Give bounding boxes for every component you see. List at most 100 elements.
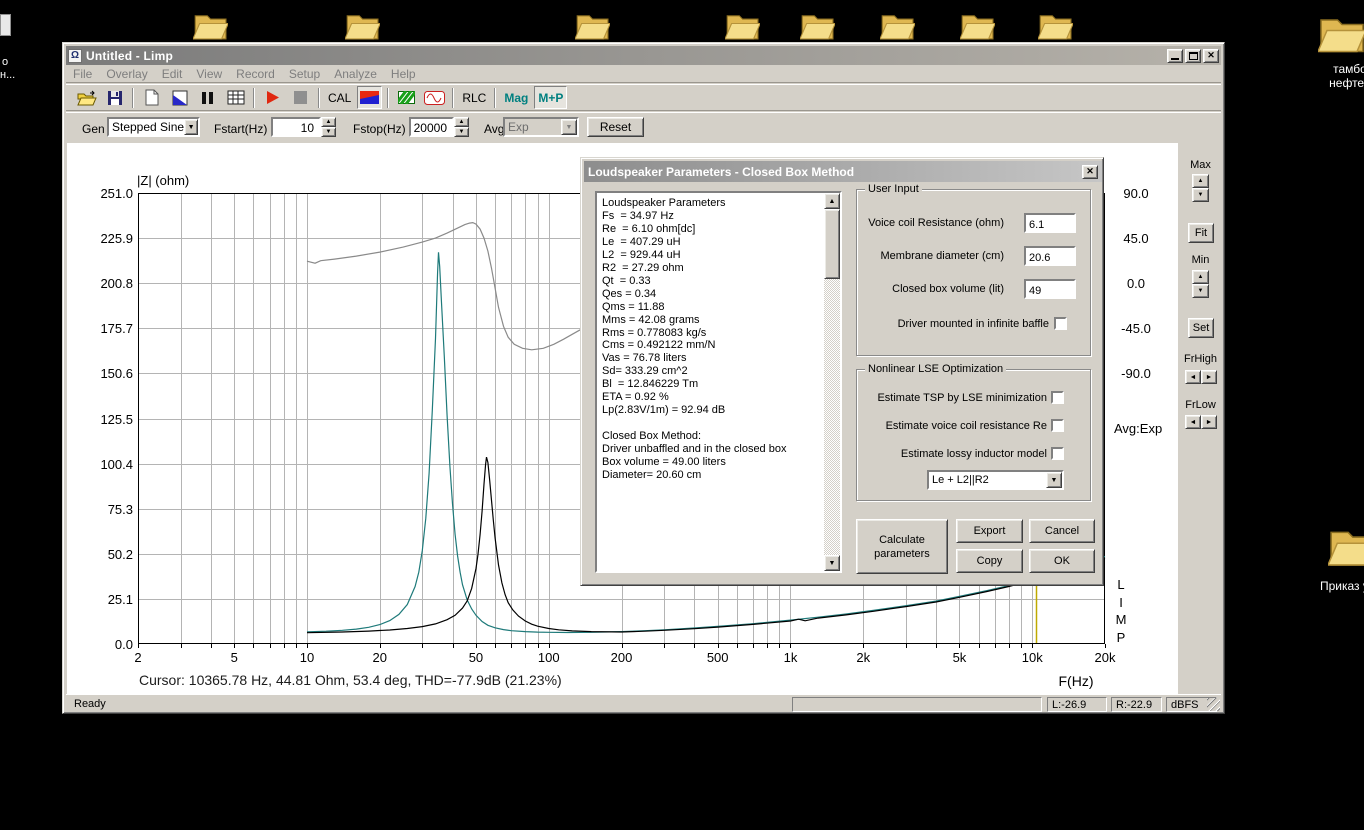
- min-up-button[interactable]: ▲: [1192, 270, 1209, 284]
- spectrum-button[interactable]: [394, 86, 419, 109]
- phase-tick-label: -90.0: [1110, 366, 1162, 381]
- stop-button[interactable]: [288, 86, 313, 109]
- max-up-button[interactable]: ▲: [1192, 174, 1209, 188]
- chevron-down-icon[interactable]: ▼: [184, 119, 198, 135]
- cancel-button[interactable]: Cancel: [1029, 519, 1095, 543]
- close-button[interactable]: ✕: [1203, 49, 1219, 63]
- left-level-pane: L:-26.9: [1047, 697, 1107, 712]
- copy-page-button[interactable]: [139, 86, 164, 109]
- magnitude-phase-display-button[interactable]: [357, 86, 382, 109]
- status-text: Ready: [74, 698, 106, 710]
- save-button[interactable]: [102, 86, 127, 109]
- x-tick-label: 200: [592, 650, 652, 665]
- y-tick-label: 50.2: [65, 547, 133, 562]
- report-scrollbar[interactable]: ▲ ▼: [824, 193, 840, 571]
- report-line: Re = 6.10 ohm[dc]: [602, 223, 820, 236]
- calibrate-button[interactable]: CAL: [325, 86, 354, 109]
- x-tick-label: 20: [350, 650, 410, 665]
- menu-file[interactable]: File: [66, 66, 99, 82]
- min-down-button[interactable]: ▼: [1192, 284, 1209, 298]
- start-button[interactable]: [260, 86, 285, 109]
- calculate-parameters-button[interactable]: Calculate parameters: [856, 519, 948, 574]
- frhigh-left-button[interactable]: ◄: [1185, 370, 1201, 384]
- fstop-input[interactable]: [409, 117, 454, 137]
- inductor-model-select[interactable]: Le + L2||R2 ▼: [927, 470, 1064, 490]
- fstart-input[interactable]: [271, 117, 321, 137]
- max-label: Max: [1178, 159, 1223, 171]
- infinite-baffle-checkbox[interactable]: [1054, 317, 1067, 330]
- right-level-pane: R:-22.9: [1111, 697, 1162, 712]
- menu-analyze[interactable]: Analyze: [327, 66, 384, 82]
- desktop-folder-label[interactable]: Приказ у: [1320, 579, 1364, 593]
- folder-icon: [575, 7, 610, 42]
- spin-up-icon: ▲: [454, 117, 469, 127]
- report-line: L2 = 929.44 uH: [602, 249, 820, 262]
- generator-button[interactable]: [422, 86, 447, 109]
- menu-record[interactable]: Record: [229, 66, 282, 82]
- desktop-folder[interactable]: [1328, 520, 1364, 575]
- reset-button[interactable]: Reset: [587, 117, 644, 137]
- fstop-label: Fstop(Hz): [353, 122, 406, 136]
- group-title: Nonlinear LSE Optimization: [865, 363, 1006, 375]
- minimize-button[interactable]: [1167, 49, 1183, 63]
- stop-icon: [294, 91, 307, 104]
- title-bar[interactable]: Ω Untitled - Limp ✕: [66, 46, 1221, 65]
- lse-option-checkbox[interactable]: [1051, 447, 1064, 460]
- desktop-folder[interactable]: [1318, 8, 1364, 61]
- avg-select[interactable]: Exp ▼: [503, 117, 579, 137]
- menu-help[interactable]: Help: [384, 66, 423, 82]
- menu-view[interactable]: View: [189, 66, 229, 82]
- scroll-down-icon[interactable]: ▼: [824, 555, 840, 571]
- frhigh-right-button[interactable]: ►: [1201, 370, 1217, 384]
- pause-button[interactable]: [195, 86, 220, 109]
- maximize-button[interactable]: [1185, 49, 1201, 63]
- bw-background-button[interactable]: [167, 86, 192, 109]
- membrane-diameter-cm--input[interactable]: [1024, 246, 1076, 266]
- resize-grip[interactable]: [1207, 698, 1220, 711]
- ok-button[interactable]: OK: [1029, 549, 1095, 573]
- scrollbar-thumb[interactable]: [824, 209, 840, 279]
- folder-icon: [1038, 7, 1073, 42]
- set-button[interactable]: Set: [1188, 318, 1214, 338]
- series-phase: [307, 223, 580, 350]
- magnitude-plus-phase-view-button[interactable]: M+P: [534, 86, 567, 109]
- chevron-down-icon[interactable]: ▼: [561, 119, 577, 135]
- menu-overlay[interactable]: Overlay: [99, 66, 154, 82]
- green-stripes-icon: [398, 91, 415, 104]
- dialog-close-button[interactable]: ✕: [1082, 165, 1098, 179]
- desktop-folder-label[interactable]: тамбо нефтеб: [1295, 62, 1364, 90]
- closed-box-volume-lit--input[interactable]: [1024, 279, 1076, 299]
- dialog-title-bar[interactable]: Loudspeaker Parameters - Closed Box Meth…: [584, 161, 1102, 182]
- fstop-stepper[interactable]: ▲▼: [454, 117, 469, 137]
- magnitude-view-button[interactable]: Mag: [501, 86, 531, 109]
- menu-edit[interactable]: Edit: [155, 66, 190, 82]
- table-view-button[interactable]: [223, 86, 248, 109]
- open-file-button[interactable]: [74, 86, 99, 109]
- export-button[interactable]: Export: [956, 519, 1023, 543]
- partial-desktop-icon[interactable]: [0, 14, 11, 36]
- app-icon[interactable]: Ω: [68, 49, 82, 63]
- folder-icon: [345, 7, 380, 42]
- menu-setup[interactable]: Setup: [282, 66, 327, 82]
- fstart-stepper[interactable]: ▲▼: [321, 117, 336, 137]
- report-line: Vas = 76.78 liters: [602, 352, 820, 365]
- frlow-right-button[interactable]: ►: [1201, 415, 1217, 429]
- parameters-report[interactable]: Loudspeaker ParametersFs = 34.97 HzRe = …: [595, 191, 842, 573]
- chevron-down-icon[interactable]: ▼: [1046, 472, 1062, 488]
- scroll-up-icon[interactable]: ▲: [824, 193, 840, 209]
- generator-bar: Gen Stepped Sine ▼ Fstart(Hz) ▲▼ Fstop(H…: [66, 112, 1221, 143]
- frlow-left-button[interactable]: ◄: [1185, 415, 1201, 429]
- rlc-button[interactable]: RLC: [459, 86, 489, 109]
- loudspeaker-parameters-dialog: Loudspeaker Parameters - Closed Box Meth…: [580, 157, 1104, 586]
- lse-option-checkbox[interactable]: [1051, 419, 1064, 432]
- fit-button[interactable]: Fit: [1188, 223, 1214, 243]
- generator-type-select[interactable]: Stepped Sine ▼: [107, 117, 200, 137]
- play-icon: [266, 91, 279, 104]
- max-down-button[interactable]: ▼: [1192, 188, 1209, 202]
- copy-button[interactable]: Copy: [956, 549, 1023, 573]
- voice-coil-resistance-ohm--input[interactable]: [1024, 213, 1076, 233]
- lse-option-checkbox[interactable]: [1051, 391, 1064, 404]
- report-line: Qms = 11.88: [602, 301, 820, 314]
- y-axis-title: |Z| (ohm): [137, 173, 189, 188]
- dialog-title: Loudspeaker Parameters - Closed Box Meth…: [588, 165, 1082, 179]
